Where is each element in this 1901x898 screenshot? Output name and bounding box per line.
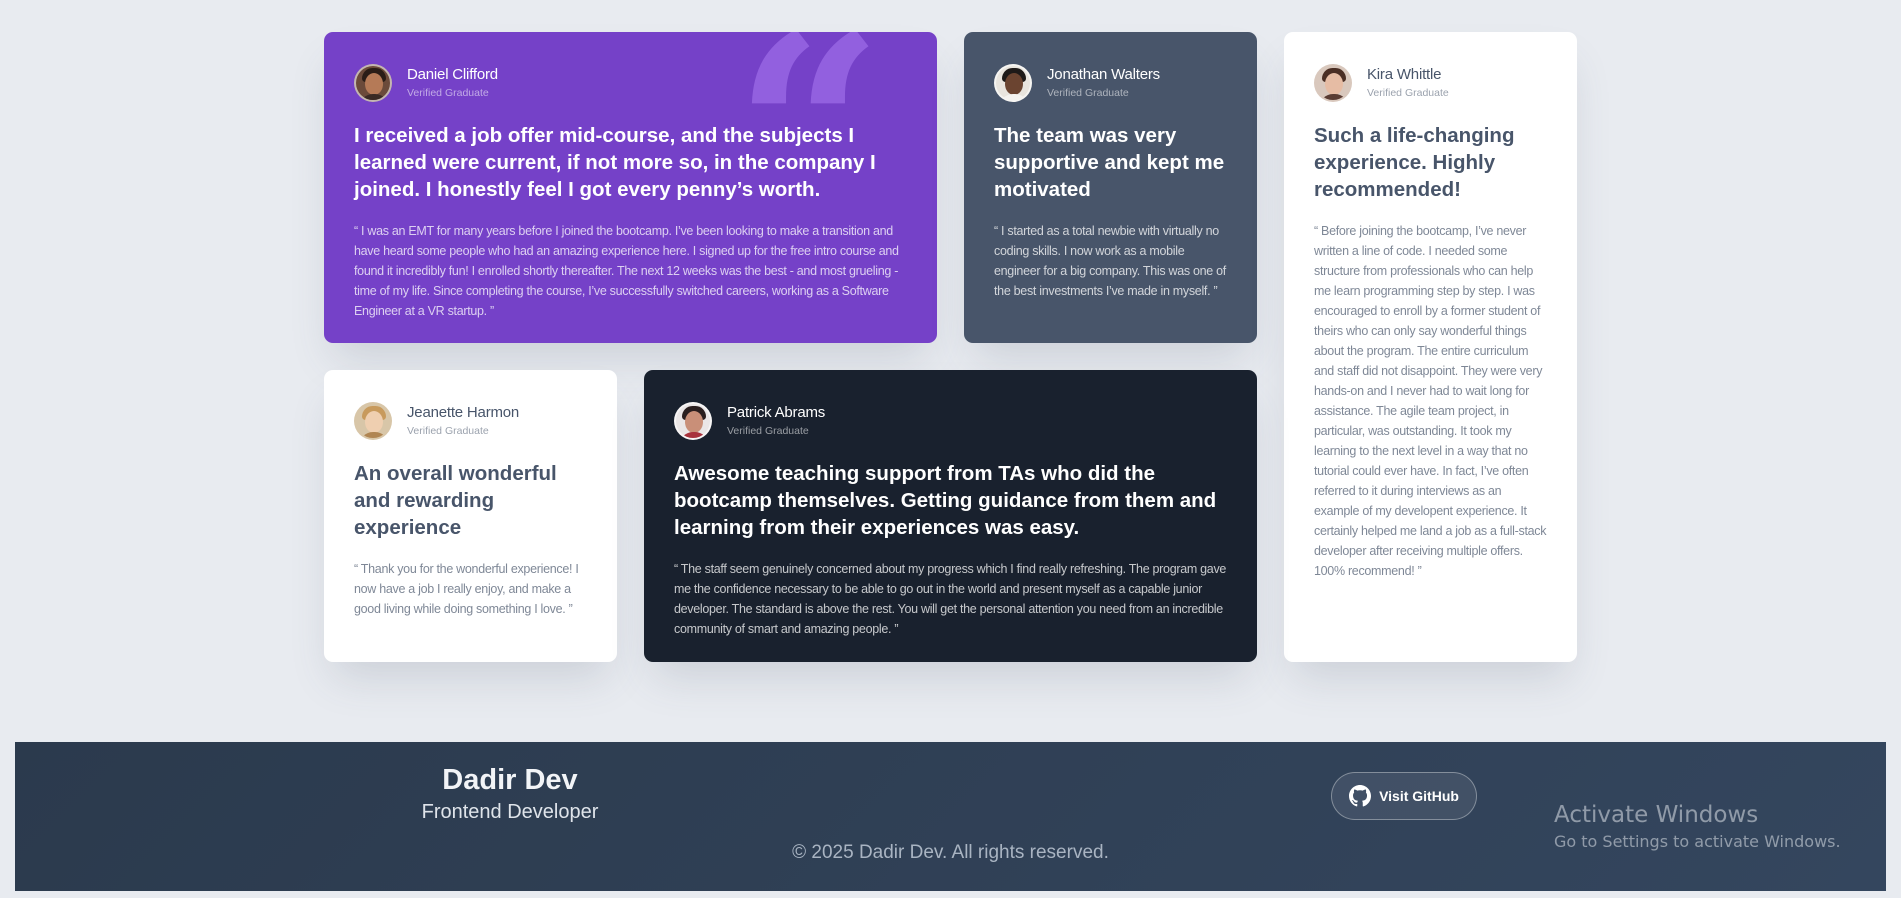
testimonial-body: “ I started as a total newbie with virtu… bbox=[994, 224, 1226, 298]
author-name: Jonathan Walters bbox=[1047, 66, 1160, 83]
author-name: Patrick Abrams bbox=[727, 404, 826, 421]
site-footer: Dadir Dev Frontend Developer Visit GitHu… bbox=[15, 742, 1886, 891]
activate-windows-title: Activate Windows bbox=[1554, 802, 1759, 828]
testimonial-author: Jonathan Walters Verified Graduate bbox=[994, 64, 1227, 102]
testimonial-card-kira: Kira Whittle Verified Graduate Such a li… bbox=[1284, 32, 1577, 662]
testimonial-body: “ Before joining the bootcamp, I’ve neve… bbox=[1314, 224, 1547, 578]
activate-windows-watermark: Activate Windows Go to Settings to activ… bbox=[1554, 800, 1841, 854]
testimonial-author: Patrick Abrams Verified Graduate bbox=[674, 402, 1227, 440]
testimonials-page: “ Daniel Clifford Verified Graduate I re… bbox=[0, 0, 1901, 898]
author-role: Verified Graduate bbox=[1367, 87, 1449, 99]
author-name: Jeanette Harmon bbox=[407, 404, 520, 421]
testimonial-card-jonathan: Jonathan Walters Verified Graduate The t… bbox=[964, 32, 1257, 343]
author-role: Verified Graduate bbox=[1047, 87, 1129, 99]
testimonial-author: Jeanette Harmon Verified Graduate bbox=[354, 402, 587, 440]
testimonial-body: “ Thank you for the wonderful experience… bbox=[354, 562, 579, 616]
author-name: Daniel Clifford bbox=[407, 66, 498, 83]
testimonial-body: “ I was an EMT for many years before I j… bbox=[354, 224, 899, 318]
author-name: Kira Whittle bbox=[1367, 66, 1442, 83]
testimonial-body: “ The staff seem genuinely concerned abo… bbox=[674, 562, 1227, 636]
testimonial-author: Daniel Clifford Verified Graduate bbox=[354, 64, 907, 102]
jeanette-avatar bbox=[354, 402, 392, 440]
testimonial-card-patrick: Patrick Abrams Verified Graduate Awesome… bbox=[644, 370, 1257, 662]
author-role: Verified Graduate bbox=[407, 87, 489, 99]
visit-github-label: Visit GitHub bbox=[1379, 788, 1459, 804]
testimonial-headline: Such a life-changing experience. Highly … bbox=[1314, 124, 1515, 201]
testimonial-card-daniel: “ Daniel Clifford Verified Graduate I re… bbox=[324, 32, 937, 343]
testimonial-author: Kira Whittle Verified Graduate bbox=[1314, 64, 1547, 102]
kira-avatar bbox=[1314, 64, 1352, 102]
testimonial-headline: An overall wonderful and rewarding exper… bbox=[354, 462, 557, 539]
visit-github-button[interactable]: Visit GitHub bbox=[1331, 772, 1477, 820]
daniel-avatar bbox=[354, 64, 392, 102]
testimonial-card-jeanette: Jeanette Harmon Verified Graduate An ove… bbox=[324, 370, 617, 662]
testimonial-headline: I received a job offer mid-course, and t… bbox=[354, 124, 876, 201]
footer-brand-name: Dadir Dev bbox=[442, 764, 578, 796]
testimonial-headline: Awesome teaching support from TAs who di… bbox=[674, 462, 1217, 539]
author-role: Verified Graduate bbox=[407, 425, 489, 437]
testimonial-headline: The team was very supportive and kept me… bbox=[994, 124, 1225, 201]
jonathan-avatar bbox=[994, 64, 1032, 102]
github-icon bbox=[1349, 785, 1372, 807]
author-role: Verified Graduate bbox=[727, 425, 809, 437]
activate-windows-subtitle: Go to Settings to activate Windows. bbox=[1554, 832, 1841, 851]
patrick-avatar bbox=[674, 402, 712, 440]
footer-brand-role: Frontend Developer bbox=[421, 801, 599, 823]
